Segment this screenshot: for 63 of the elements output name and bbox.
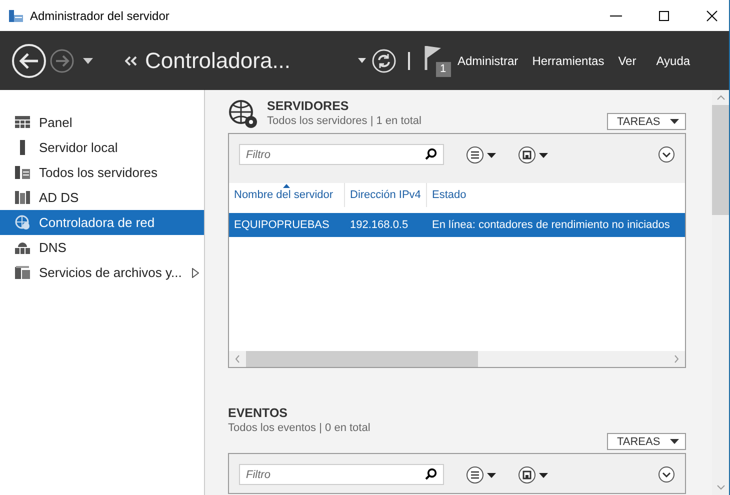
dashboard-icon	[15, 115, 30, 130]
section-subtitle: Todos los servidores | 1 en total	[267, 115, 422, 127]
table-cell-text: EQUIPOPRUEBAS	[233, 219, 330, 231]
notification-count: 1	[436, 62, 450, 76]
sidebar-item[interactable]: Todos los servidores	[0, 160, 204, 185]
scroll-right-icon	[674, 355, 679, 363]
sidebar-item[interactable]: Panel	[0, 110, 204, 135]
filter-field[interactable]: Filtro	[239, 144, 444, 165]
double-chevron-icon	[125, 56, 137, 66]
files-icon	[15, 265, 30, 280]
sidebar-item[interactable]: DNS	[0, 235, 204, 260]
section-title: SERVIDORES	[267, 99, 350, 113]
flag-icon	[424, 44, 442, 70]
column-header[interactable]: Dirección IPv4	[345, 183, 427, 207]
table-row[interactable]: EQUIPOPRUEBAS 192.168.0.5 En línea: contadores de rendimiento no iniciados	[229, 213, 685, 237]
directory-icon	[15, 190, 30, 205]
search-icon	[425, 148, 437, 160]
sidebar-item[interactable]: Servicios de archivos y...	[0, 260, 204, 285]
scroll-thumb[interactable]	[712, 105, 729, 215]
search-icon	[425, 468, 437, 480]
dns-icon	[15, 240, 30, 255]
menu-item[interactable]: Administrar	[458, 54, 518, 68]
caret-icon[interactable]	[358, 58, 366, 63]
breadcrumb-title: Controladora...	[145, 48, 292, 74]
sidebar-item[interactable]: Servidor local	[0, 135, 204, 160]
menu-item[interactable]: Ver	[618, 54, 636, 68]
sidebar-item[interactable]: Controladora de red	[0, 210, 204, 235]
section-title: EVENTOS	[228, 406, 289, 420]
expand-icon[interactable]	[658, 146, 675, 163]
server-manager-icon	[8, 8, 24, 22]
sidebar-item[interactable]: AD DS	[0, 185, 204, 210]
forward-icon[interactable]	[49, 48, 75, 74]
globe-gear-icon	[228, 99, 258, 129]
save-query-icon[interactable]	[518, 466, 548, 484]
scroll-thumb[interactable]	[246, 351, 478, 367]
menu-item[interactable]: Herramientas	[532, 54, 604, 68]
menu-item[interactable]: Ayuda	[656, 54, 690, 68]
tasks-button[interactable]: TAREAS	[607, 113, 686, 130]
expand-icon[interactable]	[658, 466, 675, 483]
maximize-icon[interactable]	[657, 8, 671, 22]
network-icon	[15, 215, 30, 230]
column-header[interactable]: Nombre del servidor	[229, 183, 345, 207]
section-subtitle: Todos los eventos | 0 en total	[228, 422, 370, 434]
caret-icon[interactable]	[83, 58, 93, 64]
save-query-icon[interactable]	[518, 146, 548, 164]
list-options-icon[interactable]	[466, 146, 496, 164]
notifications-flag[interactable]: 1	[424, 44, 450, 78]
window-title: Administrador del servidor	[30, 8, 170, 22]
column-header[interactable]: Estado	[427, 183, 685, 207]
back-icon[interactable]	[11, 42, 47, 78]
table-cell-text: 192.168.0.5	[349, 219, 410, 231]
servers-icon	[15, 165, 30, 180]
refresh-icon[interactable]	[372, 48, 396, 72]
scroll-left-icon	[235, 355, 240, 363]
list-options-icon[interactable]	[466, 466, 496, 484]
table-cell-text: En línea: contadores de rendimiento no iniciados	[431, 219, 671, 231]
scroll-up-icon	[716, 95, 724, 100]
scroll-down-icon	[716, 485, 724, 490]
caret-icon	[670, 439, 679, 444]
tasks-button[interactable]: TAREAS	[607, 433, 686, 450]
caret-icon	[670, 119, 679, 124]
filter-field[interactable]: Filtro	[239, 464, 444, 485]
close-icon[interactable]	[705, 8, 719, 22]
